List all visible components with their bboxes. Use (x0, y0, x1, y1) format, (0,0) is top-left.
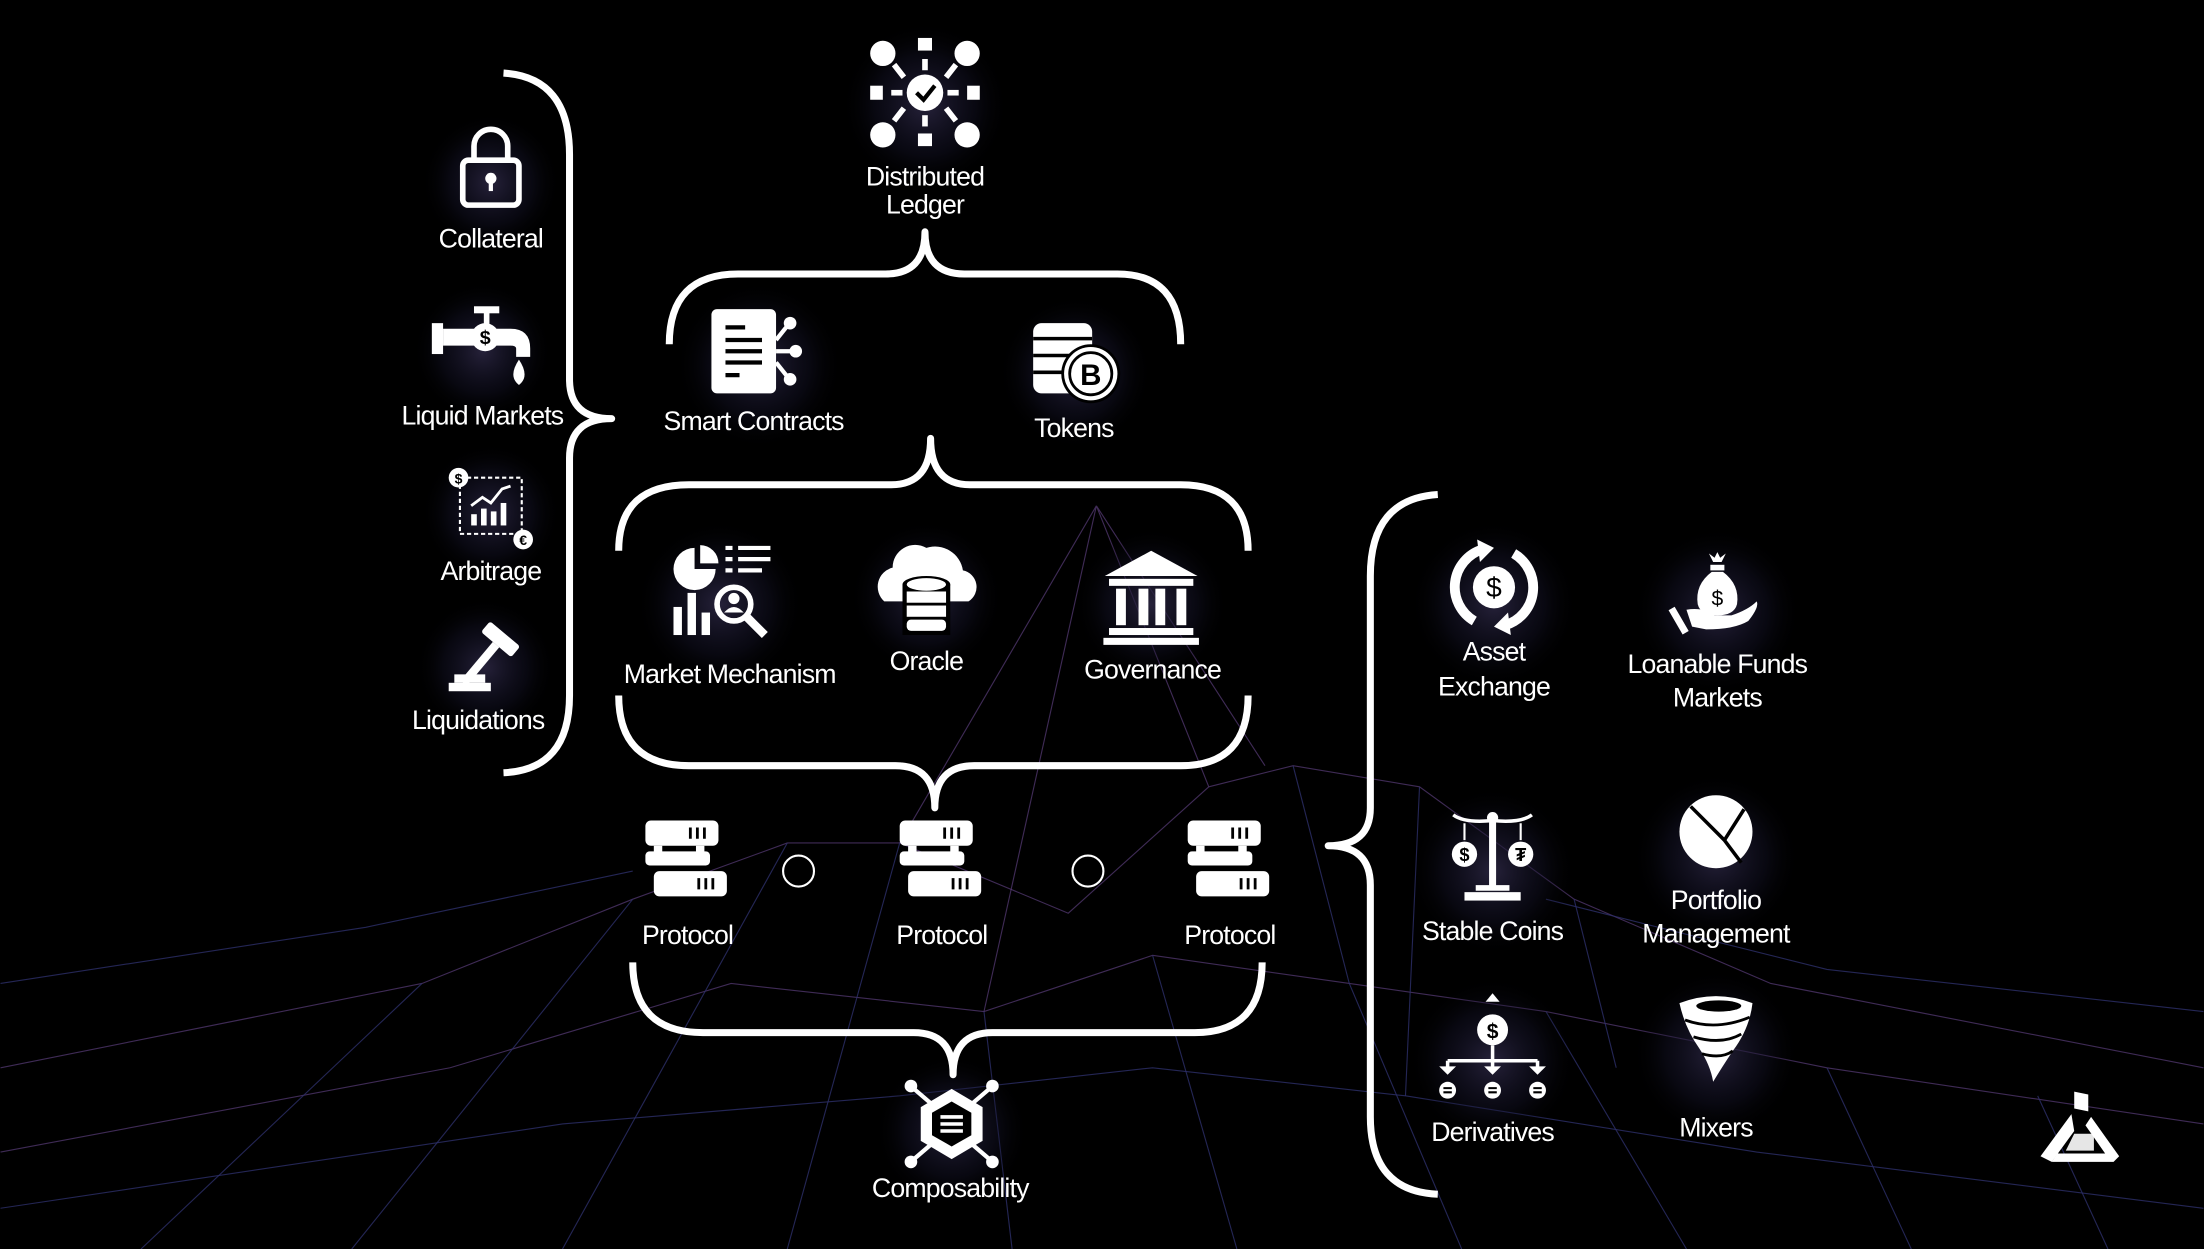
collateral-label: Collateral (439, 223, 543, 253)
connector-circle-1 (782, 854, 816, 888)
connector-circle-2 (1071, 854, 1105, 888)
tokens-label: Tokens (1034, 413, 1114, 443)
svg-text:$: $ (455, 470, 463, 486)
brace-protocols (629, 962, 1266, 1079)
svg-text:€: € (519, 532, 527, 548)
server-icon (645, 820, 727, 897)
svg-text:B: B (1080, 359, 1101, 392)
svg-text:$: $ (480, 327, 491, 349)
asset-exchange-label-2: Exchange (1438, 671, 1550, 701)
distributed-ledger-label-1: Distributed (866, 161, 984, 191)
mixers-label: Mixers (1679, 1113, 1753, 1143)
server-icon (1187, 820, 1270, 897)
governance-label: Governance (1084, 655, 1221, 685)
portfolio-management-label-1: Portfolio (1671, 885, 1761, 915)
liquid-markets-label: Liquid Markets (402, 400, 564, 430)
arbitrage-label: Arbitrage (440, 556, 541, 586)
protocol-node-2: Protocol (896, 820, 988, 950)
oracle-label: Oracle (890, 646, 964, 676)
svg-text:₮: ₮ (1515, 844, 1526, 865)
composability-label: Composability (872, 1173, 1030, 1203)
smart-contracts-label: Smart Contracts (663, 406, 844, 436)
server-icon (899, 820, 982, 897)
loanable-funds-label-2: Markets (1673, 683, 1763, 713)
derivatives-label: Derivatives (1431, 1117, 1554, 1147)
defi-diagram: Distributed Ledger Smart Contracts B Tok… (0, 21, 2204, 1249)
market-mechanism-label: Market Mechanism (624, 659, 836, 689)
protocol-node-1: Protocol (642, 820, 734, 950)
protocol-label-3: Protocol (1184, 920, 1275, 950)
brace-layer2 (615, 695, 1252, 812)
stable-coins-label: Stable Coins (1422, 916, 1564, 946)
svg-text:$: $ (1459, 844, 1469, 865)
liquidations-label: Liquidations (412, 705, 545, 735)
loanable-funds-label-1: Loanable Funds (1628, 649, 1808, 679)
protocol-node-3: Protocol (1184, 820, 1276, 950)
protocol-label-2: Protocol (896, 920, 987, 950)
asset-exchange-label-1: Asset (1463, 636, 1527, 666)
svg-text:$: $ (1486, 572, 1502, 603)
portfolio-management-label-2: Management (1642, 919, 1791, 949)
protocol-label-1: Protocol (642, 920, 733, 950)
svg-text:$: $ (1712, 588, 1724, 611)
document-nodes-icon (711, 309, 803, 394)
svg-text:$: $ (1487, 1020, 1499, 1043)
pie-chart-icon (1679, 795, 1753, 869)
distributed-ledger-label-2: Ledger (886, 190, 965, 220)
